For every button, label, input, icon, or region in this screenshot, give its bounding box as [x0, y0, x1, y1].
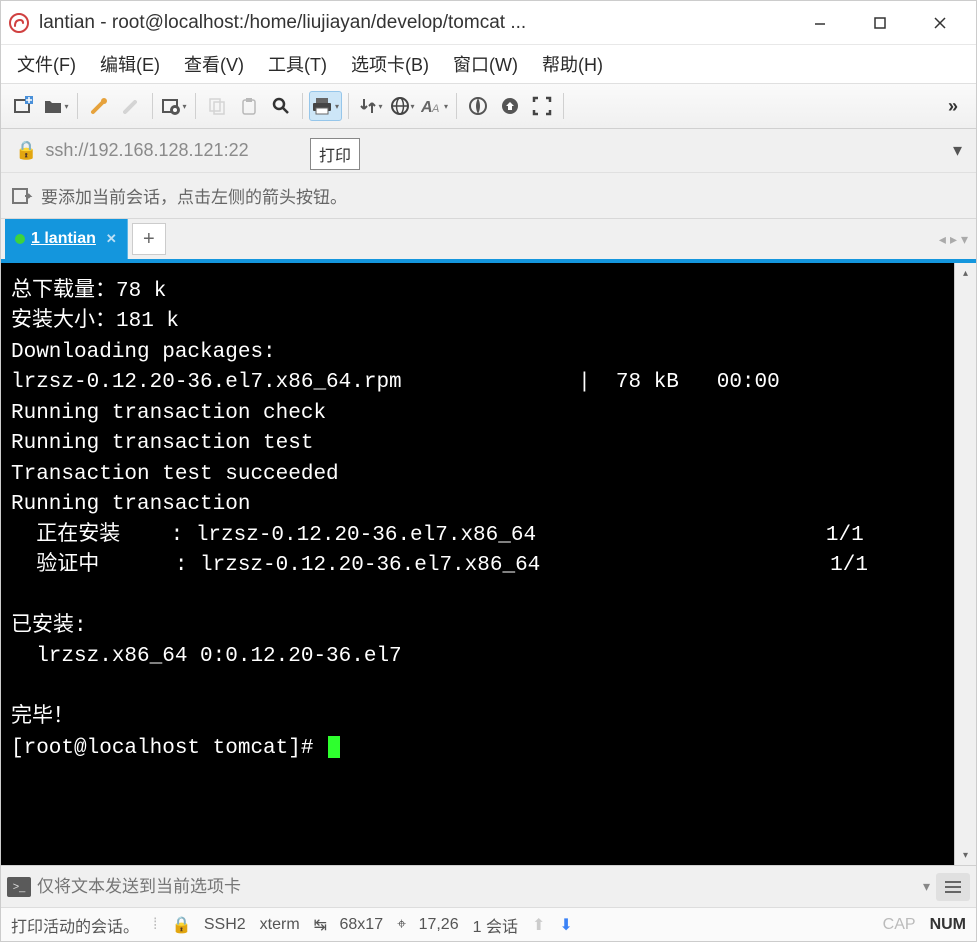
transfer-button[interactable]: [355, 91, 385, 121]
lock-icon: 🔒: [171, 915, 191, 935]
open-button[interactable]: [41, 91, 71, 121]
send-prompt-icon: >_: [7, 877, 31, 897]
tab-label: 1 lantian: [31, 230, 96, 248]
fullscreen-button[interactable]: [527, 91, 557, 121]
toolbar-separator: [302, 93, 303, 119]
menu-bar: 文件(F) 编辑(E) 查看(V) 工具(T) 选项卡(B) 窗口(W) 帮助(…: [1, 45, 976, 83]
position-icon: ⌖: [397, 916, 406, 934]
tab-active[interactable]: 1 lantian ✕: [5, 219, 128, 259]
properties-button[interactable]: [159, 91, 189, 121]
terminal[interactable]: 总下载量：78 k 安装大小：181 k Downloading package…: [1, 263, 954, 865]
window-title: lantian - root@localhost:/home/liujiayan…: [39, 12, 790, 34]
toolbar-separator: [456, 93, 457, 119]
xshell-button[interactable]: [463, 91, 493, 121]
status-protocol: 🔒 SSH2: [171, 915, 245, 935]
disconnect-button[interactable]: [116, 91, 146, 121]
scroll-down-icon[interactable]: ▾: [955, 845, 976, 865]
send-dropdown-icon[interactable]: ▾: [923, 878, 930, 895]
toolbar-separator: [195, 93, 196, 119]
minimize-button[interactable]: [790, 5, 850, 41]
status-term: xterm: [260, 916, 300, 934]
tab-bar: 1 lantian ✕ + ◂ ▸ ▾: [1, 219, 976, 259]
status-bar: 打印活动的会话。 ⁞ 🔒 SSH2 xterm ↹ 68x17 ⌖ 17,26 …: [1, 907, 976, 941]
menu-view[interactable]: 查看(V): [178, 49, 250, 79]
tab-prev-icon[interactable]: ◂: [939, 231, 946, 248]
browser-button[interactable]: [387, 91, 417, 121]
reconnect-button[interactable]: [84, 91, 114, 121]
xftp-button[interactable]: [495, 91, 525, 121]
maximize-button[interactable]: [850, 5, 910, 41]
status-divider: ⁞: [153, 916, 157, 934]
status-message: 打印活动的会话。: [11, 913, 139, 937]
menu-edit[interactable]: 编辑(E): [94, 49, 166, 79]
send-menu-button[interactable]: [936, 873, 970, 901]
hint-text: 要添加当前会话，点击左侧的箭头按钮。: [41, 183, 347, 208]
new-session-button[interactable]: [9, 91, 39, 121]
print-button[interactable]: 打印: [309, 91, 342, 121]
status-cursor-pos: ⌖ 17,26: [397, 916, 459, 934]
toolbar-separator: [348, 93, 349, 119]
find-button[interactable]: [266, 91, 296, 121]
address-url: ssh://192.168.128.121:22: [45, 140, 945, 161]
menu-file[interactable]: 文件(F): [11, 49, 82, 79]
tab-next-icon[interactable]: ▸: [950, 231, 957, 248]
send-input[interactable]: [37, 877, 917, 897]
status-down-icon[interactable]: ⬇: [559, 915, 572, 935]
scrollbar[interactable]: ▴ ▾: [954, 263, 976, 865]
menu-options[interactable]: 选项卡(B): [345, 49, 435, 79]
paste-button[interactable]: [234, 91, 264, 121]
window-controls: [790, 5, 970, 41]
terminal-area: 总下载量：78 k 安装大小：181 k Downloading package…: [1, 263, 976, 865]
status-num: NUM: [930, 916, 966, 934]
toolbar: 打印 AA »: [1, 83, 976, 129]
tab-list-icon[interactable]: ▾: [961, 231, 968, 248]
font-button[interactable]: AA: [419, 91, 450, 121]
add-session-icon[interactable]: [11, 186, 33, 206]
menu-window[interactable]: 窗口(W): [447, 49, 524, 79]
toolbar-separator: [152, 93, 153, 119]
tab-close-icon[interactable]: ✕: [106, 231, 117, 247]
tab-nav: ◂ ▸ ▾: [931, 219, 976, 259]
svg-text:A: A: [421, 99, 433, 116]
toolbar-overflow-button[interactable]: »: [938, 91, 968, 121]
toolbar-separator: [77, 93, 78, 119]
status-cap: CAP: [883, 916, 916, 934]
close-button[interactable]: [910, 5, 970, 41]
send-bar: >_ ▾: [1, 865, 976, 907]
app-icon: [7, 11, 31, 35]
address-dropdown-icon[interactable]: ▾: [953, 140, 962, 161]
size-icon: ↹: [314, 915, 327, 935]
menu-help[interactable]: 帮助(H): [536, 49, 609, 79]
print-tooltip: 打印: [310, 138, 360, 170]
connection-status-icon: [15, 234, 25, 244]
copy-button[interactable]: [202, 91, 232, 121]
new-tab-button[interactable]: +: [132, 223, 166, 255]
toolbar-separator: [563, 93, 564, 119]
lock-icon: 🔒: [15, 140, 37, 161]
menu-tools[interactable]: 工具(T): [262, 49, 333, 79]
status-sessions: 1 会话: [473, 913, 518, 937]
hint-bar: 要添加当前会话，点击左侧的箭头按钮。: [1, 173, 976, 219]
svg-text:A: A: [431, 103, 439, 115]
status-size: ↹ 68x17: [314, 915, 383, 935]
address-bar[interactable]: 🔒 ssh://192.168.128.121:22 ▾: [1, 129, 976, 173]
status-up-icon[interactable]: ⬆: [532, 915, 545, 935]
title-bar: lantian - root@localhost:/home/liujiayan…: [1, 1, 976, 45]
scroll-up-icon[interactable]: ▴: [955, 263, 976, 283]
